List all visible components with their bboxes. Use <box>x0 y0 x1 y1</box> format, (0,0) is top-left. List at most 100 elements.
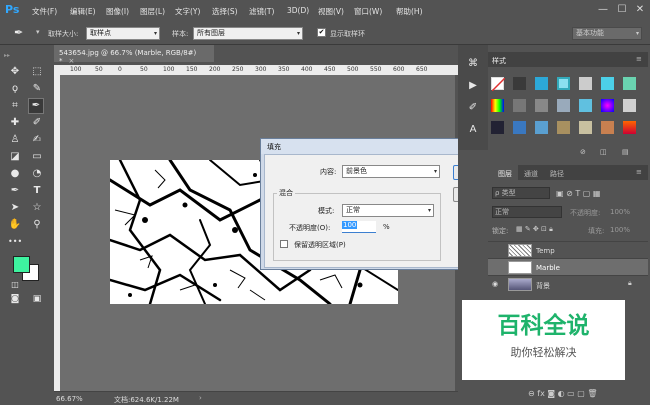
tab-channels[interactable]: 通道 <box>524 169 538 179</box>
zoom-level[interactable]: 66.67% <box>56 395 83 403</box>
foreground-color-swatch[interactable] <box>13 256 30 273</box>
style-swatch[interactable] <box>513 99 526 112</box>
layer-kind-filter[interactable]: ρ 类型 <box>492 187 550 199</box>
eyedropper-tool-icon[interactable]: ✒ <box>28 98 44 114</box>
crop-tool-icon[interactable]: ⌗ <box>8 99 22 113</box>
pen-tool-icon[interactable]: ✒ <box>8 184 22 198</box>
style-swatch[interactable] <box>491 121 504 134</box>
layer-row-temp[interactable]: Temp <box>488 241 648 258</box>
menu-edit[interactable]: 编辑(E) <box>70 6 96 17</box>
close-window-button[interactable]: ✕ <box>632 3 648 17</box>
eyedropper-icon[interactable]: ✒ <box>14 26 30 40</box>
lasso-tool-icon[interactable]: ϙ <box>8 82 22 96</box>
fill-value[interactable]: 100% <box>610 226 630 234</box>
status-menu-arrow-icon[interactable]: › <box>199 394 202 402</box>
workspace-select[interactable]: 基本功能 ▾ <box>572 27 642 40</box>
shape-tool-icon[interactable]: ☆ <box>30 201 44 215</box>
style-swatch[interactable] <box>579 77 592 90</box>
actions-panel-icon[interactable]: ▶ <box>466 79 480 93</box>
zoom-tool-icon[interactable]: ⚲ <box>30 218 44 232</box>
menu-file[interactable]: 文件(F) <box>32 6 57 17</box>
style-swatch[interactable] <box>535 99 548 112</box>
preserve-transparency-checkbox[interactable] <box>280 240 288 248</box>
menu-select[interactable]: 选择(S) <box>212 6 238 17</box>
menu-view[interactable]: 视图(V) <box>318 6 344 17</box>
menu-3d[interactable]: 3D(D) <box>287 6 309 15</box>
tool-preset-arrow-icon[interactable]: ▾ <box>36 28 40 36</box>
history-brush-icon[interactable]: ✍ <box>30 133 44 147</box>
hand-tool-icon[interactable]: ✋ <box>8 218 22 232</box>
maximize-button[interactable]: ☐ <box>614 3 630 17</box>
blur-tool-icon[interactable]: ● <box>8 167 22 181</box>
minimize-button[interactable]: — <box>595 3 611 17</box>
content-select[interactable]: 前景色 ▾ <box>342 165 440 178</box>
layer-row-background[interactable]: ◉ 背景 🔒︎ <box>488 275 648 292</box>
menu-image[interactable]: 图像(I) <box>106 6 129 17</box>
move-tool-icon[interactable]: ✥ <box>8 65 22 79</box>
gradient-tool-icon[interactable]: ▭ <box>30 150 44 164</box>
character-panel-icon[interactable]: A <box>466 123 480 137</box>
tab-paths[interactable]: 路径 <box>550 169 564 179</box>
style-swatch[interactable] <box>623 121 636 134</box>
style-swatch[interactable] <box>601 77 614 90</box>
visibility-eye-icon[interactable]: ◉ <box>492 280 498 288</box>
clone-stamp-icon[interactable]: ♙ <box>8 133 22 147</box>
opacity-input[interactable]: 100 <box>342 221 376 233</box>
healing-brush-icon[interactable]: ✚ <box>8 116 22 130</box>
style-swatch[interactable] <box>535 121 548 134</box>
style-swatch[interactable] <box>601 121 614 134</box>
quick-select-tool-icon[interactable]: ✎ <box>30 82 44 96</box>
menu-type[interactable]: 文字(Y) <box>175 6 200 17</box>
marquee-tool-icon[interactable]: ⬚ <box>30 65 44 79</box>
clear-style-icon[interactable]: ⊘ <box>580 148 586 156</box>
brush-tool-icon[interactable]: ✐ <box>30 116 44 130</box>
type-tool-icon[interactable]: T <box>30 184 44 198</box>
document-tab[interactable]: 543654.jpg @ 66.7% (Marble, RGB/8#) * × <box>54 45 214 65</box>
styles-menu-icon[interactable]: ≡ <box>636 55 642 63</box>
layer-opacity-value[interactable]: 100% <box>610 208 630 216</box>
history-panel-icon[interactable]: ⌘ <box>466 57 480 71</box>
style-swatch[interactable] <box>557 121 570 134</box>
mode-select[interactable]: 正常 ▾ <box>342 204 434 217</box>
delete-style-icon[interactable]: ▤ <box>622 148 629 156</box>
menu-window[interactable]: 窗口(W) <box>354 6 382 17</box>
lock-icons[interactable]: ▦ ✎ ✥ ⊡ 🔒︎ <box>516 225 553 234</box>
style-none-swatch[interactable] <box>491 77 506 92</box>
layer-name[interactable]: Temp <box>536 247 555 255</box>
quick-mask-icon[interactable]: ◙ <box>8 292 22 306</box>
menu-filter[interactable]: 滤镜(T) <box>249 6 274 17</box>
default-colors-icon[interactable]: ◫ <box>8 278 22 292</box>
menu-layer[interactable]: 图层(L) <box>140 6 165 17</box>
sample-select[interactable]: 所有图层 ▾ <box>193 27 303 40</box>
style-swatch[interactable] <box>623 77 636 90</box>
layer-blend-mode-select[interactable]: 正常 <box>492 206 562 218</box>
new-style-icon[interactable]: ◫ <box>600 148 607 156</box>
style-swatch[interactable] <box>623 99 636 112</box>
layer-row-marble[interactable]: Marble <box>488 258 648 275</box>
styles-tab[interactable]: 样式 <box>492 56 506 66</box>
tab-layers[interactable]: 图层 <box>498 169 512 179</box>
path-select-icon[interactable]: ➤ <box>8 201 22 215</box>
layers-menu-icon[interactable]: ≡ <box>636 168 642 176</box>
brush-panel-icon[interactable]: ✐ <box>466 101 480 115</box>
style-swatch[interactable] <box>535 77 548 90</box>
style-swatch[interactable] <box>513 121 526 134</box>
dodge-tool-icon[interactable]: ◔ <box>30 167 44 181</box>
style-swatch[interactable] <box>557 77 570 90</box>
layers-footer-icons[interactable]: ⊖ fx ◙ ◐ ▭ ▢ 🗑︎ <box>528 389 598 398</box>
style-swatch[interactable] <box>557 99 570 112</box>
style-swatch[interactable] <box>491 99 504 112</box>
screen-mode-icon[interactable]: ▣ <box>30 292 44 306</box>
menu-help[interactable]: 帮助(H) <box>396 6 423 17</box>
style-swatch[interactable] <box>579 99 592 112</box>
layer-name[interactable]: Marble <box>536 264 560 272</box>
style-swatch[interactable] <box>513 77 526 90</box>
show-ring-checkbox[interactable]: ✔ <box>317 28 326 37</box>
toolbar-collapse-icon[interactable]: ▸▸ <box>0 52 54 60</box>
more-tools-icon[interactable]: ••• <box>8 235 22 249</box>
eraser-tool-icon[interactable]: ◪ <box>8 150 22 164</box>
style-swatch[interactable] <box>579 121 592 134</box>
layer-name[interactable]: 背景 <box>536 281 550 291</box>
filter-icons[interactable]: ▣ ⊘ T ▢ ▦ <box>556 189 600 198</box>
style-swatch[interactable] <box>601 99 614 112</box>
